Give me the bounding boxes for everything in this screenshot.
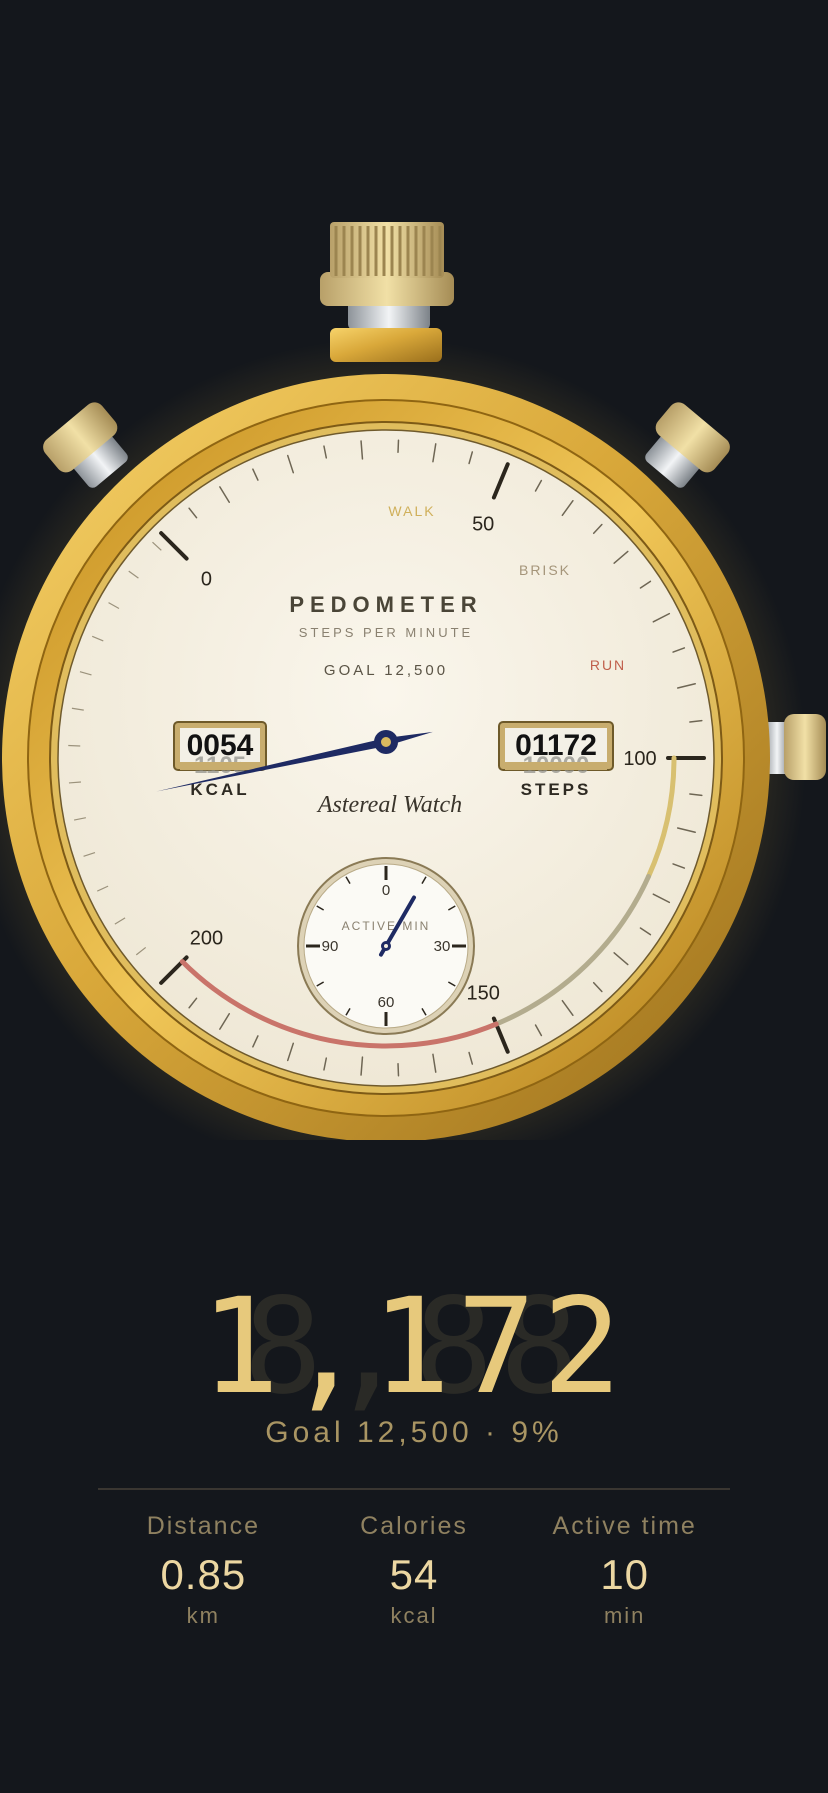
stat-active-time: Active time 10 min xyxy=(519,1512,730,1629)
steps-label: STEPS xyxy=(521,780,592,799)
step-count-display: 8,88 1,172 xyxy=(0,1270,828,1424)
stat-value: 0.85 xyxy=(160,1551,247,1598)
stopwatch: 0 50 100 150 200 WALK BRISK RUN PEDOMETER ST… xyxy=(0,222,826,1140)
stat-value: 54 xyxy=(389,1551,439,1598)
dial-scale-label: 200 xyxy=(190,928,223,950)
dial-scale-label: 100 xyxy=(623,748,656,770)
stat-distance: Distance 0.85 km xyxy=(98,1512,309,1629)
zone-label-walk: WALK xyxy=(388,503,435,519)
stat-calories: Calories 54 kcal xyxy=(309,1512,520,1629)
subdial-label: ACTIVE MIN xyxy=(342,919,431,933)
stat-unit: km xyxy=(186,1603,220,1628)
dial-scale-label: 0 xyxy=(201,568,212,590)
zone-label-brisk: BRISK xyxy=(519,562,571,578)
subdial-mark-60: 60 xyxy=(378,994,395,1011)
stats-divider xyxy=(98,1488,730,1490)
brand-logo: Astereal Watch xyxy=(316,792,462,818)
subdial-mark-90: 90 xyxy=(322,938,339,955)
zone-label-run: RUN xyxy=(590,657,626,673)
subdial-mark-30: 30 xyxy=(434,938,451,955)
dial-subtitle: STEPS PER MINUTE xyxy=(299,625,473,640)
active-min-subdial: 0 30 60 90 ACTIVE MIN xyxy=(297,857,475,1035)
side-pusher[interactable] xyxy=(764,714,826,780)
stat-label: Distance xyxy=(146,1512,260,1540)
stat-label: Active time xyxy=(552,1512,697,1540)
dial-scale-label: 150 xyxy=(467,983,500,1005)
stat-unit: kcal xyxy=(390,1603,438,1628)
dial-scale-label: 50 xyxy=(472,513,494,535)
subdial-mark-0: 0 xyxy=(382,882,390,899)
stat-value: 10 xyxy=(600,1551,650,1598)
steps-counter: 01172 10000 xyxy=(498,721,614,779)
crown[interactable] xyxy=(320,222,454,362)
goal-progress-text: Goal 12,500 · 9% xyxy=(265,1416,563,1449)
stats-row: Distance 0.85 km Calories 54 kcal Active… xyxy=(98,1512,730,1629)
stat-label: Calories xyxy=(360,1512,468,1540)
dial-goal: GOAL 12,500 xyxy=(324,662,448,679)
stat-unit: min xyxy=(603,1603,646,1628)
step-count-lit: 1,172 xyxy=(200,1270,628,1424)
dial-title: PEDOMETER xyxy=(289,592,482,617)
